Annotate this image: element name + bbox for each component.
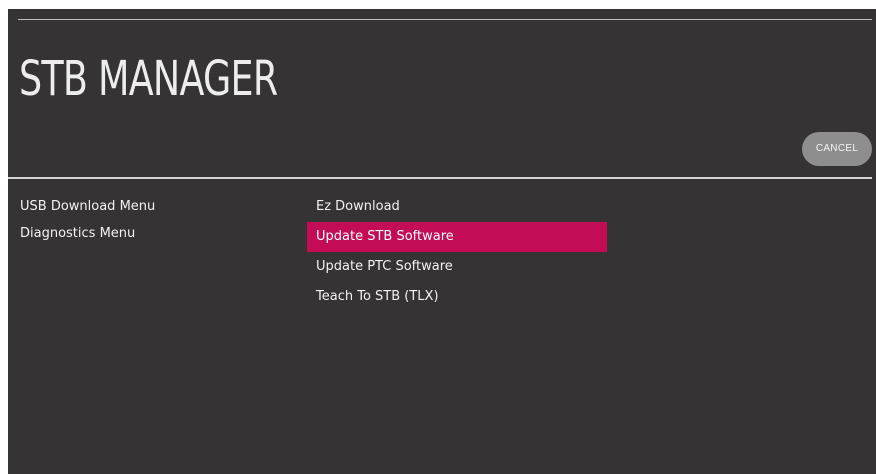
- header-divider: [8, 177, 872, 179]
- top-divider: [18, 19, 872, 20]
- menu-item-diagnostics[interactable]: Diagnostics Menu: [8, 219, 300, 249]
- cancel-button[interactable]: CANCEL: [802, 132, 872, 166]
- submenu-item-update-stb-software[interactable]: Update STB Software: [307, 222, 607, 252]
- stb-manager-screen: STB MANAGER CANCEL USB Download Menu Dia…: [8, 9, 876, 474]
- menu-item-usb-download[interactable]: USB Download Menu: [8, 192, 300, 222]
- submenu-item-ez-download[interactable]: Ez Download: [307, 192, 607, 222]
- submenu-item-update-ptc-software[interactable]: Update PTC Software: [307, 252, 607, 282]
- submenu-item-teach-to-stb[interactable]: Teach To STB (TLX): [307, 282, 607, 312]
- left-menu: USB Download Menu Diagnostics Menu: [8, 192, 300, 246]
- right-submenu: Ez Download Update STB Software Update P…: [307, 192, 607, 312]
- page-title: STB MANAGER: [19, 51, 278, 107]
